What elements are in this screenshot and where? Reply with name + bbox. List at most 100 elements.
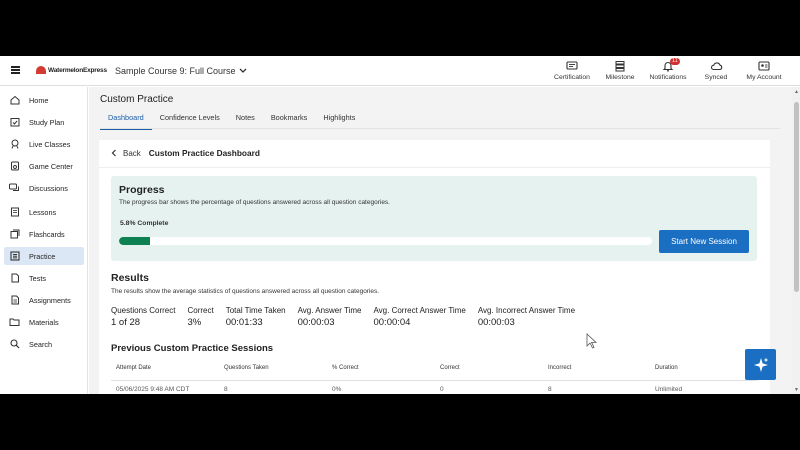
sidebar-item-label: Tests <box>29 273 47 283</box>
certification-button[interactable]: Certification <box>548 59 596 81</box>
column-header[interactable]: Questions Taken <box>224 365 269 371</box>
assignments-icon <box>9 295 20 306</box>
chat-icon <box>9 183 20 194</box>
stat-avg-correct-time: Avg. Correct Answer Time 00:00:04 <box>373 306 465 328</box>
milestone-button[interactable]: Milestone <box>596 59 644 81</box>
column-header[interactable]: Correct <box>440 365 460 371</box>
back-button[interactable]: Back <box>111 149 141 158</box>
results-stats: Questions Correct 1 of 28 Correct 3% Tot… <box>111 306 587 328</box>
folder-icon <box>9 317 20 328</box>
stat-value: 3% <box>187 317 202 328</box>
course-selector[interactable]: Sample Course 9: Full Course <box>115 66 247 76</box>
stat-label: Avg. Correct Answer Time <box>373 306 466 315</box>
progress-bar-fill <box>119 237 150 245</box>
live-icon <box>9 139 20 150</box>
cloud-icon <box>709 59 723 73</box>
menu-icon[interactable] <box>11 66 20 74</box>
chevron-left-icon <box>111 149 116 157</box>
scroll-down-arrow-icon[interactable]: ▼ <box>794 387 799 393</box>
tests-icon <box>9 273 20 284</box>
stat-avg-answer-time: Avg. Answer Time 00:00:03 <box>298 306 362 328</box>
sparkle-icon <box>753 357 768 372</box>
stat-value: 00:00:03 <box>477 317 515 328</box>
sidebar-item-game-center[interactable]: Game Center <box>4 157 84 175</box>
column-header[interactable]: Attempt Date <box>116 365 151 371</box>
sidebar-item-materials[interactable]: Materials <box>4 313 84 331</box>
notifications-button[interactable]: 11 Notifications <box>644 58 692 81</box>
stat-value: 00:01:33 <box>225 317 263 328</box>
mouse-cursor-icon <box>586 333 598 349</box>
sidebar-item-live-classes[interactable]: Live Classes <box>4 135 84 153</box>
brand-name: WatermelonExpress <box>48 66 107 74</box>
stat-correct: Correct 3% <box>187 306 213 328</box>
sidebar-item-label: Home <box>29 95 49 105</box>
sidebar-item-home[interactable]: Home <box>4 91 84 109</box>
home-icon <box>9 95 20 106</box>
column-header[interactable]: Incorrect <box>548 365 571 371</box>
watermelon-logo-icon <box>36 66 46 74</box>
sidebar-item-label: Lessons <box>29 207 57 217</box>
progress-bar <box>119 237 652 245</box>
certification-icon <box>565 59 579 73</box>
sidebar-item-practice[interactable]: Practice <box>4 247 84 265</box>
sidebar-item-label: Flashcards <box>29 229 65 239</box>
sidebar-item-label: Study Plan <box>29 117 65 127</box>
sidebar-item-assignments[interactable]: Assignments <box>4 291 84 309</box>
sidebar-item-lessons[interactable]: Lessons <box>4 203 84 221</box>
stat-value: 1 of 28 <box>111 317 141 328</box>
sidebar-item-label: Discussions <box>29 183 68 193</box>
synced-button[interactable]: Synced <box>692 59 740 81</box>
stat-value: 00:00:03 <box>297 317 335 328</box>
sidebar-item-label: Materials <box>29 317 59 327</box>
stat-avg-incorrect-time: Avg. Incorrect Answer Time 00:00:03 <box>478 306 575 328</box>
column-header[interactable]: % Correct <box>332 365 359 371</box>
synced-label: Synced <box>704 74 728 81</box>
results-description: The results show the average statistics … <box>111 288 380 295</box>
table-cell: Unlimited <box>655 386 683 393</box>
search-icon <box>9 339 20 350</box>
ai-assistant-button[interactable] <box>745 349 776 380</box>
sidebar-item-label: Game Center <box>29 161 73 171</box>
stat-total-time: Total Time Taken 00:01:33 <box>226 306 286 328</box>
table-cell: 8 <box>548 386 552 393</box>
sidebar-item-flashcards[interactable]: Flashcards <box>4 225 84 243</box>
results-title: Results <box>111 272 149 284</box>
scrollbar-thumb[interactable] <box>794 102 799 292</box>
my-account-label: My Account <box>746 74 782 81</box>
stat-value: 00:00:04 <box>373 317 411 328</box>
stat-label: Questions Correct <box>111 306 176 315</box>
progress-description: The progress bar shows the percentage of… <box>119 199 390 206</box>
sidebar-item-label: Practice <box>29 251 56 261</box>
dashboard-title: Custom Practice Dashboard <box>148 148 260 158</box>
progress-percent-label: 5.8% Complete <box>120 220 169 227</box>
sidebar-item-tests[interactable]: Tests <box>4 269 84 287</box>
scroll-up-arrow-icon[interactable]: ▲ <box>794 89 799 95</box>
sessions-table-header: Attempt Date Questions Taken % Correct C… <box>116 365 766 377</box>
chevron-down-icon <box>239 68 247 73</box>
stat-label: Avg. Incorrect Answer Time <box>477 306 576 315</box>
my-account-button[interactable]: My Account <box>740 59 788 81</box>
stat-label: Correct <box>187 306 214 315</box>
stat-label: Avg. Answer Time <box>297 306 362 315</box>
app-window: WatermelonExpress Sample Course 9: Full … <box>0 56 800 394</box>
back-label: Back <box>123 148 141 158</box>
progress-panel: Progress The progress bar shows the perc… <box>111 176 757 261</box>
sidebar-item-discussions[interactable]: Discussions <box>4 179 84 197</box>
sidebar-item-study-plan[interactable]: Study Plan <box>4 113 84 131</box>
table-cell: 0% <box>332 386 342 393</box>
account-icon <box>757 59 771 73</box>
practice-icon <box>9 251 20 262</box>
milestone-icon <box>613 59 627 73</box>
table-cell: 8 <box>224 386 228 393</box>
game-icon <box>9 161 20 172</box>
start-new-session-button[interactable]: Start New Session <box>659 230 749 253</box>
divider <box>99 167 770 168</box>
header-actions: Certification Milestone 11 Notifications <box>548 58 788 81</box>
sidebar-item-search[interactable]: Search <box>4 335 84 353</box>
sidebar: Home Study Plan Live Classes Game Center… <box>0 87 88 394</box>
card-header: Back Custom Practice Dashboard <box>111 148 260 158</box>
calendar-check-icon <box>9 117 20 128</box>
table-cell: 0 <box>440 386 444 393</box>
column-header[interactable]: Duration <box>655 365 678 371</box>
brand-logo[interactable]: WatermelonExpress <box>36 66 107 74</box>
